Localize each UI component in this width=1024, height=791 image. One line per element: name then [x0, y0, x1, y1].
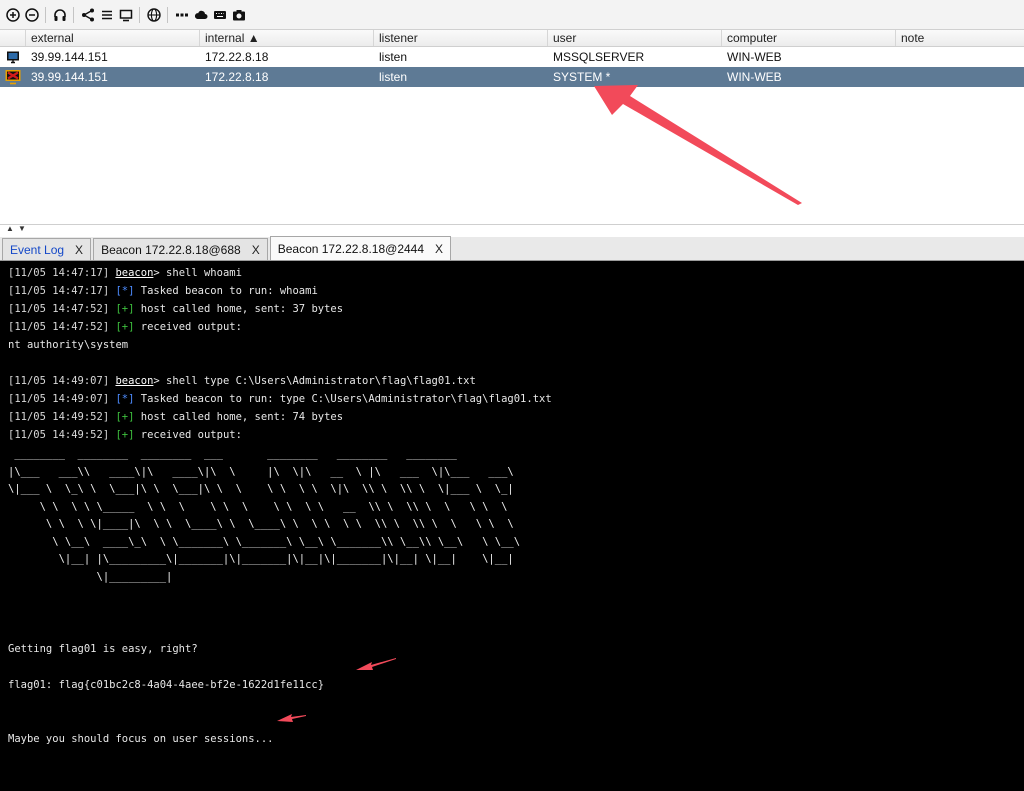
minus-circle-icon[interactable]: [24, 7, 40, 23]
panel-splitter[interactable]: ▲ ▼: [0, 225, 1024, 237]
header-external[interactable]: external: [26, 30, 200, 46]
headphones-icon[interactable]: [52, 7, 68, 23]
cell-internal: 172.22.8.18: [205, 70, 269, 84]
console-line: [11/05 14:47:17] [*] Tasked beacon to ru…: [8, 282, 1024, 300]
cell-computer: WIN-WEB: [727, 50, 782, 64]
success-marker: [+]: [115, 429, 135, 441]
tab-close-button[interactable]: X: [252, 243, 260, 257]
cell-user: SYSTEM *: [553, 70, 611, 84]
console-line: [11/05 14:49:52] [+] host called home, s…: [8, 408, 1024, 426]
command-text: > shell whoami: [153, 267, 242, 279]
share-icon[interactable]: [80, 7, 96, 23]
timestamp: [11/05 14:47:17]: [8, 285, 116, 297]
sessions-table: external internal ▲ listener user comput…: [0, 30, 1024, 225]
task-marker: [*]: [115, 393, 135, 405]
timestamp: [11/05 14:47:17]: [8, 267, 116, 279]
tab-label: Beacon 172.22.8.18@688: [101, 242, 241, 257]
list-icon[interactable]: [99, 7, 115, 23]
console-text: Tasked beacon to run: type C:\Users\Admi…: [134, 393, 552, 405]
beacon-system-session-icon: [0, 69, 26, 85]
toolbar-separator: [139, 6, 140, 23]
output-message: Getting flag01 is easy, right?: [8, 643, 198, 655]
success-marker: [+]: [115, 321, 135, 333]
tab-label: Beacon 172.22.8.18@2444: [277, 241, 425, 256]
beacon-prompt: beacon: [115, 375, 154, 387]
timestamp: [11/05 14:47:52]: [8, 303, 116, 315]
table-header: external internal ▲ listener user comput…: [0, 30, 1024, 47]
toolbar-separator: [167, 6, 168, 23]
console-text: Tasked beacon to run: whoami: [134, 285, 318, 297]
header-computer[interactable]: computer: [722, 30, 896, 46]
console-line: [11/05 14:49:52] [+] received output:: [8, 426, 1024, 444]
camera-icon[interactable]: [231, 7, 247, 23]
plus-circle-icon[interactable]: [5, 7, 21, 23]
tab-close-button[interactable]: X: [435, 242, 443, 256]
header-icon-column: [0, 30, 26, 46]
timestamp: [11/05 14:47:52]: [8, 321, 116, 333]
keyboard-icon[interactable]: [212, 7, 228, 23]
header-internal[interactable]: internal ▲: [200, 30, 374, 46]
console-line: [11/05 14:49:07] [*] Tasked beacon to ru…: [8, 390, 1024, 408]
success-marker: [+]: [115, 411, 135, 423]
console-text: host called home, sent: 37 bytes: [134, 303, 344, 315]
toolbar-separator: [73, 6, 74, 23]
console-line: [11/05 14:47:52] [+] received output:: [8, 318, 1024, 336]
ascii-art-banner: ________ ________ ________ ___ ________ …: [8, 448, 521, 583]
cell-listener: listen: [379, 50, 408, 64]
cell-computer: WIN-WEB: [727, 70, 782, 84]
timestamp: [11/05 14:49:52]: [8, 411, 116, 423]
splitter-up-arrow[interactable]: ▲: [6, 225, 14, 233]
toolbar-separator: [45, 6, 46, 23]
task-marker: [*]: [115, 285, 135, 297]
dots-icon[interactable]: [174, 7, 190, 23]
cell-listener: listen: [379, 70, 408, 84]
console-line: [11/05 14:47:17] beacon> shell whoami: [8, 264, 1024, 282]
beacon-session-icon: [0, 50, 26, 64]
output-message: Maybe you should focus on user sessions.…: [8, 733, 274, 745]
flag-output: flag01: flag{c01bc2c8-4a04-4aee-bf2e-162…: [8, 679, 325, 691]
cell-external: 39.99.144.151: [31, 70, 108, 84]
console-text: received output:: [134, 429, 242, 441]
header-listener[interactable]: listener: [374, 30, 548, 46]
tab-close-button[interactable]: X: [75, 243, 83, 257]
timestamp: [11/05 14:49:07]: [8, 393, 116, 405]
console-text: received output:: [134, 321, 242, 333]
toolbar: [0, 0, 1024, 30]
tab-bar: Event Log X Beacon 172.22.8.18@688 X Bea…: [0, 236, 1024, 261]
beacon-prompt: beacon: [115, 267, 154, 279]
tab-beacon-688[interactable]: Beacon 172.22.8.18@688 X: [93, 238, 268, 260]
header-user[interactable]: user: [548, 30, 722, 46]
tab-label: Event Log: [10, 242, 65, 257]
globe-icon[interactable]: [146, 7, 162, 23]
success-marker: [+]: [115, 303, 135, 315]
tab-beacon-2444[interactable]: Beacon 172.22.8.18@2444 X: [269, 236, 452, 260]
cell-user: MSSQLSERVER: [553, 50, 645, 64]
table-row[interactable]: 39.99.144.151 172.22.8.18 listen MSSQLSE…: [0, 47, 1024, 67]
splitter-down-arrow[interactable]: ▼: [18, 225, 26, 233]
monitor-icon[interactable]: [118, 7, 134, 23]
cell-internal: 172.22.8.18: [205, 50, 269, 64]
console-text: host called home, sent: 74 bytes: [134, 411, 344, 423]
table-row[interactable]: 39.99.144.151 172.22.8.18 listen SYSTEM …: [0, 67, 1024, 87]
cloud-icon[interactable]: [193, 7, 209, 23]
console-line: [11/05 14:49:07] beacon> shell type C:\U…: [8, 372, 1024, 390]
command-output: nt authority\system: [8, 339, 129, 351]
console-line: [11/05 14:47:52] [+] host called home, s…: [8, 300, 1024, 318]
tab-event-log[interactable]: Event Log X: [2, 238, 92, 260]
timestamp: [11/05 14:49:52]: [8, 429, 116, 441]
beacon-console[interactable]: [11/05 14:47:17] beacon> shell whoami [1…: [0, 261, 1024, 791]
timestamp: [11/05 14:49:07]: [8, 375, 116, 387]
command-text: > shell type C:\Users\Administrator\flag…: [153, 375, 476, 387]
cell-external: 39.99.144.151: [31, 50, 108, 64]
header-note[interactable]: note: [896, 30, 1024, 46]
